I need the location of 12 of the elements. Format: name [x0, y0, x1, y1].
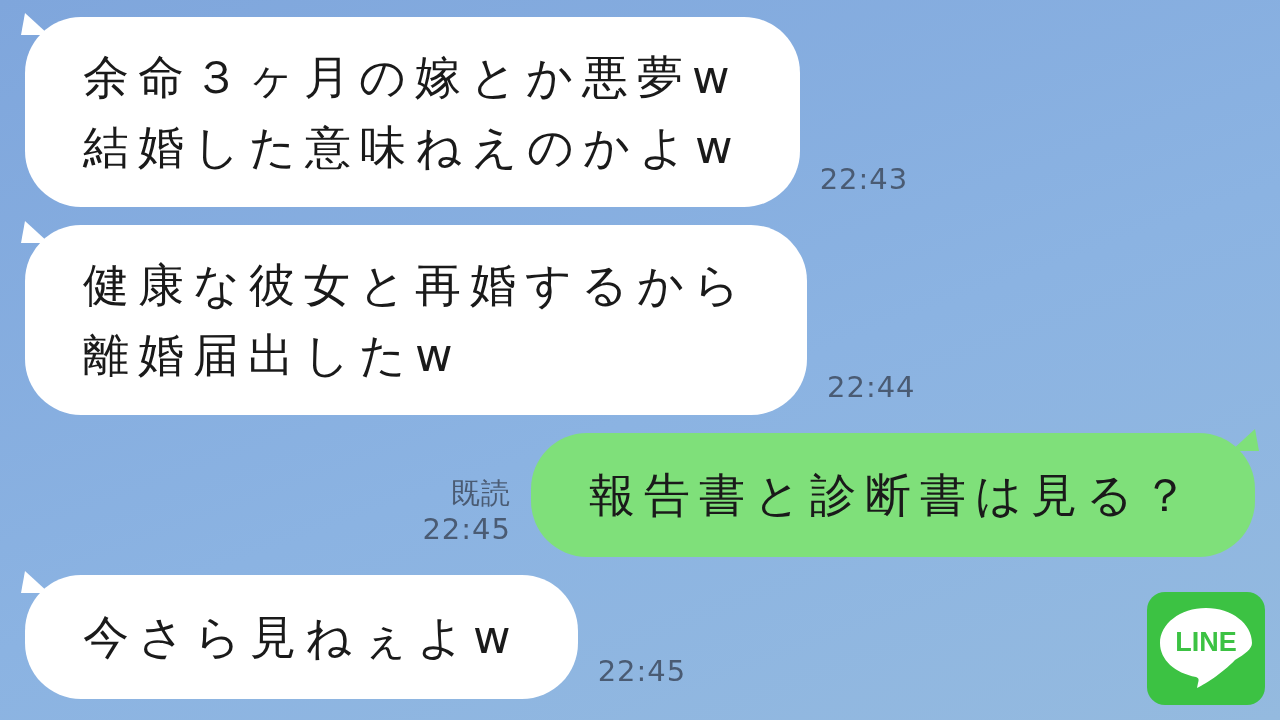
message-time: 22:44	[827, 369, 916, 405]
message-text: 結婚した意味ねえのかよw	[83, 119, 742, 176]
message-text: 健康な彼女と再婚するから	[83, 257, 749, 314]
message-text: 余命３ヶ月の嫁とか悪夢w	[83, 49, 740, 106]
message-time: 22:45	[597, 653, 687, 689]
message-time: 22:43	[819, 161, 909, 197]
message-text: 今さら見ねぇよw	[83, 609, 520, 666]
message-time: 22:45	[422, 511, 511, 547]
message-text: 報告書と診断書は見る？	[589, 467, 1197, 524]
message-text: 離婚届出したw	[83, 327, 463, 384]
logo-text: LINE	[1175, 627, 1237, 658]
read-receipt: 既読	[451, 475, 511, 511]
